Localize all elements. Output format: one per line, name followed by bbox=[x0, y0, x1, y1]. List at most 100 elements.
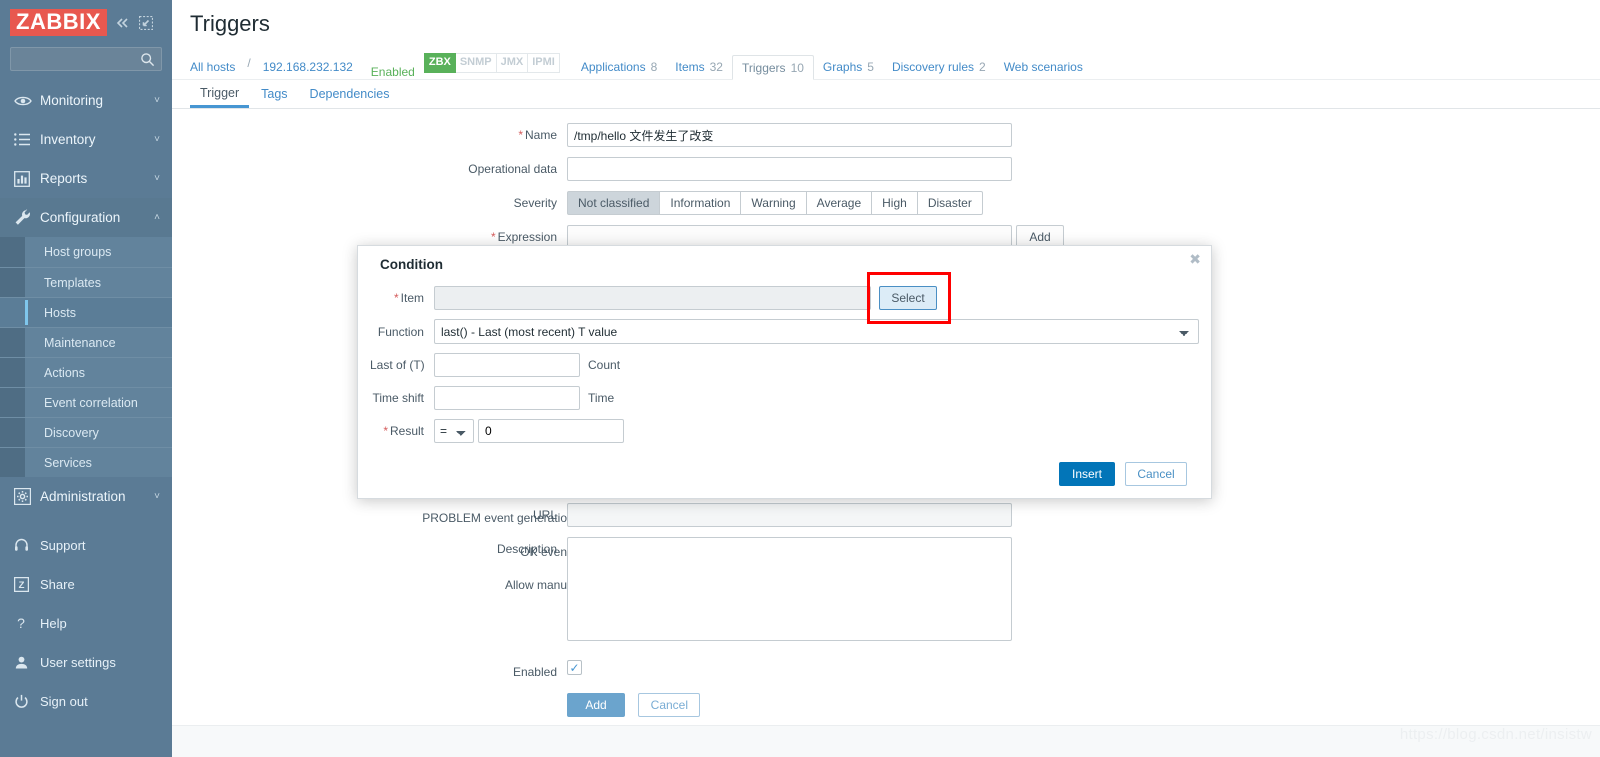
dialog-row-result: * Result = bbox=[370, 419, 1199, 443]
dialog-footer: Insert Cancel bbox=[370, 452, 1199, 486]
severity-not-classified[interactable]: Not classified bbox=[567, 191, 661, 215]
severity-information[interactable]: Information bbox=[660, 191, 742, 215]
sidebar-group-administration[interactable]: Administration ˅ bbox=[0, 477, 172, 516]
required-marker: * bbox=[393, 291, 399, 305]
breadcrumb-triggers[interactable]: Triggers 10 bbox=[731, 55, 814, 80]
protocol-badge-ipmi: IPMI bbox=[528, 53, 560, 73]
breadcrumb-all-hosts[interactable]: All hosts bbox=[190, 54, 244, 79]
add-button[interactable]: Add bbox=[567, 693, 625, 717]
sidebar-group-monitoring[interactable]: Monitoring ˅ bbox=[0, 81, 172, 120]
time-shift-input[interactable] bbox=[434, 386, 580, 410]
operational-data-label: Operational data bbox=[468, 162, 557, 176]
severity-high[interactable]: High bbox=[872, 191, 918, 215]
tab-dependencies[interactable]: Dependencies bbox=[300, 80, 400, 108]
severity-warning[interactable]: Warning bbox=[741, 191, 807, 215]
chevron-up-icon: ˄ bbox=[154, 212, 160, 223]
sidebar-item-label: Support bbox=[40, 538, 86, 553]
select-item-button[interactable]: Select bbox=[879, 286, 937, 310]
sidebar-logo-row: ZABBIX bbox=[0, 0, 172, 45]
breadcrumb-items[interactable]: Items 32 bbox=[666, 54, 732, 79]
sidebar-item-services[interactable]: Services bbox=[0, 447, 172, 477]
tab-tags[interactable]: Tags bbox=[251, 80, 297, 108]
description-textarea[interactable] bbox=[567, 537, 1012, 641]
sidebar-item-maintenance[interactable]: Maintenance bbox=[0, 327, 172, 357]
severity-disaster[interactable]: Disaster bbox=[917, 191, 983, 215]
breadcrumb-applications[interactable]: Applications 8 bbox=[572, 54, 666, 79]
result-operator-select[interactable]: = bbox=[434, 419, 474, 443]
result-value-input[interactable] bbox=[478, 419, 624, 443]
power-icon bbox=[14, 694, 40, 709]
url-input[interactable] bbox=[567, 503, 1012, 527]
protocol-badge-zbx: ZBX bbox=[423, 53, 456, 73]
severity-average[interactable]: Average bbox=[806, 191, 873, 215]
search-icon bbox=[140, 52, 155, 70]
question-icon: ? bbox=[14, 616, 40, 631]
gear-icon bbox=[14, 488, 40, 505]
breadcrumb-web-scenarios[interactable]: Web scenarios bbox=[995, 54, 1092, 79]
sidebar-item-actions[interactable]: Actions bbox=[0, 357, 172, 387]
breadcrumb-graphs[interactable]: Graphs 5 bbox=[814, 54, 883, 79]
chevron-double-left-icon[interactable] bbox=[115, 16, 131, 30]
search-input[interactable] bbox=[11, 48, 161, 70]
item-input[interactable] bbox=[434, 286, 871, 310]
close-icon[interactable]: ✖ bbox=[1189, 252, 1201, 266]
sidebar-group-reports[interactable]: Reports ˅ bbox=[0, 159, 172, 198]
search-box[interactable] bbox=[10, 47, 162, 71]
dialog-row-last-of: Last of (T) Count bbox=[370, 353, 1199, 377]
sidebar-group-label: Monitoring bbox=[40, 93, 104, 108]
headset-icon bbox=[14, 538, 40, 553]
zabbix-logo[interactable]: ZABBIX bbox=[10, 9, 107, 36]
wrench-icon bbox=[14, 209, 40, 227]
sidebar-item-hosts[interactable]: Hosts bbox=[0, 297, 172, 327]
result-label: * Result bbox=[383, 424, 424, 438]
sidebar: ZABBIX Monitoring ˅ Inventory ˅ Reports … bbox=[0, 0, 172, 757]
sidebar-item-sign-out[interactable]: Sign out bbox=[0, 682, 172, 721]
cancel-button[interactable]: Cancel bbox=[638, 693, 701, 717]
breadcrumb-discovery-rules[interactable]: Discovery rules 2 bbox=[883, 54, 995, 79]
sidebar-item-user-settings[interactable]: User settings bbox=[0, 643, 172, 682]
dialog-body: * Item Select Function last() - Last (mos… bbox=[358, 272, 1211, 486]
sidebar-item-label: Actions bbox=[44, 365, 85, 380]
operational-data-input[interactable] bbox=[567, 157, 1012, 181]
insert-button[interactable]: Insert bbox=[1059, 462, 1115, 486]
tab-trigger[interactable]: Trigger bbox=[190, 80, 250, 108]
bar-chart-icon bbox=[14, 170, 40, 187]
sidebar-item-share[interactable]: Z Share bbox=[0, 565, 172, 604]
sidebar-item-label: Maintenance bbox=[44, 335, 116, 350]
condition-dialog: Condition ✖ * Item Select Function last()… bbox=[357, 245, 1212, 499]
form-row-operational-data: Operational data bbox=[172, 157, 1600, 181]
item-label: * Item bbox=[393, 291, 424, 305]
sidebar-item-label: Templates bbox=[44, 275, 101, 290]
name-input[interactable] bbox=[567, 123, 1012, 147]
sidebar-item-support[interactable]: Support bbox=[0, 526, 172, 565]
sidebar-item-label: Event correlation bbox=[44, 395, 138, 410]
sidebar-group-configuration[interactable]: Configuration ˄ bbox=[0, 198, 172, 237]
enabled-checkbox[interactable]: ✓ bbox=[567, 660, 582, 675]
dialog-cancel-button[interactable]: Cancel bbox=[1125, 462, 1187, 486]
link-label: Triggers bbox=[741, 60, 786, 75]
sidebar-item-label: Host groups bbox=[44, 245, 112, 259]
link-label: Web scenarios bbox=[1003, 59, 1083, 74]
svg-text:?: ? bbox=[17, 616, 25, 631]
user-icon bbox=[14, 655, 40, 670]
ok-event-closes-label: OK even bbox=[520, 545, 567, 559]
host-status-badge[interactable]: Enabled bbox=[362, 65, 424, 79]
last-of-input[interactable] bbox=[434, 353, 580, 377]
protocol-badges: ZBX SNMP JMX IPMI bbox=[423, 53, 560, 73]
breadcrumb-host[interactable]: 192.168.232.132 bbox=[254, 54, 362, 79]
sidebar-item-templates[interactable]: Templates bbox=[0, 267, 172, 297]
collapse-expand-icon[interactable] bbox=[138, 15, 153, 30]
function-select[interactable]: last() - Last (most recent) T value bbox=[433, 319, 1199, 344]
zabbix-share-icon: Z bbox=[14, 577, 40, 592]
sidebar-group-inventory[interactable]: Inventory ˅ bbox=[0, 120, 172, 159]
enabled-label: Enabled bbox=[512, 665, 557, 679]
function-label: Function bbox=[377, 324, 424, 339]
required-marker: * bbox=[383, 424, 388, 438]
sidebar-item-event-correlation[interactable]: Event correlation bbox=[0, 387, 172, 417]
sidebar-item-host-groups[interactable]: Host groups bbox=[0, 237, 172, 267]
sidebar-item-discovery[interactable]: Discovery bbox=[0, 417, 172, 447]
protocol-badge-jmx: JMX bbox=[496, 53, 529, 73]
problem-event-generation-label: PROBLEM event generatio bbox=[422, 511, 567, 525]
sidebar-group-label: Configuration bbox=[40, 210, 121, 225]
sidebar-item-help[interactable]: ? Help bbox=[0, 604, 172, 643]
